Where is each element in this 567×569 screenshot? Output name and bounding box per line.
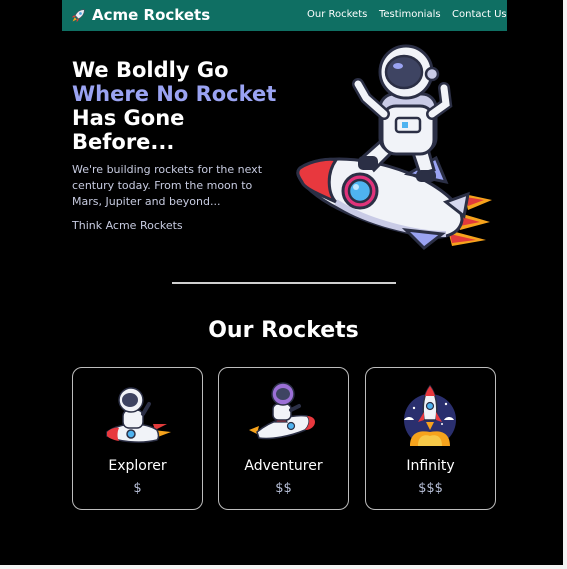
- hero-tagline: Think Acme Rockets: [72, 219, 183, 232]
- hero-title-line: Has Gone: [72, 106, 185, 130]
- section-divider: [172, 282, 396, 284]
- nav-link-contact-us[interactable]: Contact Us: [452, 8, 507, 21]
- rocket-card-explorer[interactable]: Explorer $: [72, 367, 203, 510]
- astronaut-on-rocket-icon: [106, 387, 171, 443]
- hero-description: We're building rockets for the next cent…: [72, 163, 263, 208]
- rocket-card-adventurer[interactable]: Adventurer $$: [218, 367, 349, 510]
- astronaut-rocket-illustration: [296, 44, 492, 250]
- hero-title-line: Before...: [72, 130, 175, 154]
- card-name: Adventurer: [244, 458, 323, 474]
- card-price: $$: [275, 481, 292, 496]
- rocket-launch-icon: [404, 384, 456, 446]
- card-price: $$$: [418, 481, 443, 496]
- card-price: $: [133, 481, 142, 496]
- brand-link[interactable]: Acme Rockets: [70, 4, 210, 26]
- navbar: Acme Rockets Our Rockets Testimonials Co…: [62, 0, 507, 31]
- card-name: Infinity: [406, 458, 455, 474]
- card-name: Explorer: [108, 458, 167, 474]
- brand-name: Acme Rockets: [92, 6, 211, 24]
- rocket-card-infinity[interactable]: Infinity $$$: [365, 367, 496, 510]
- nav-link-our-rockets[interactable]: Our Rockets: [307, 8, 367, 21]
- rocket-icon: [72, 8, 85, 22]
- page: Acme Rockets Our Rockets Testimonials Co…: [0, 0, 563, 565]
- hero-title-accent: Where No Rocket: [72, 82, 277, 106]
- nav-link-testimonials[interactable]: Testimonials: [379, 8, 441, 21]
- section-title-our-rockets: Our Rockets: [208, 318, 359, 343]
- hero-title: We Boldly Go Where No Rocket Has Gone Be…: [72, 58, 292, 154]
- hero-title-line: We Boldly Go: [72, 58, 229, 82]
- astronaut-flying-rocket-icon: [249, 382, 315, 440]
